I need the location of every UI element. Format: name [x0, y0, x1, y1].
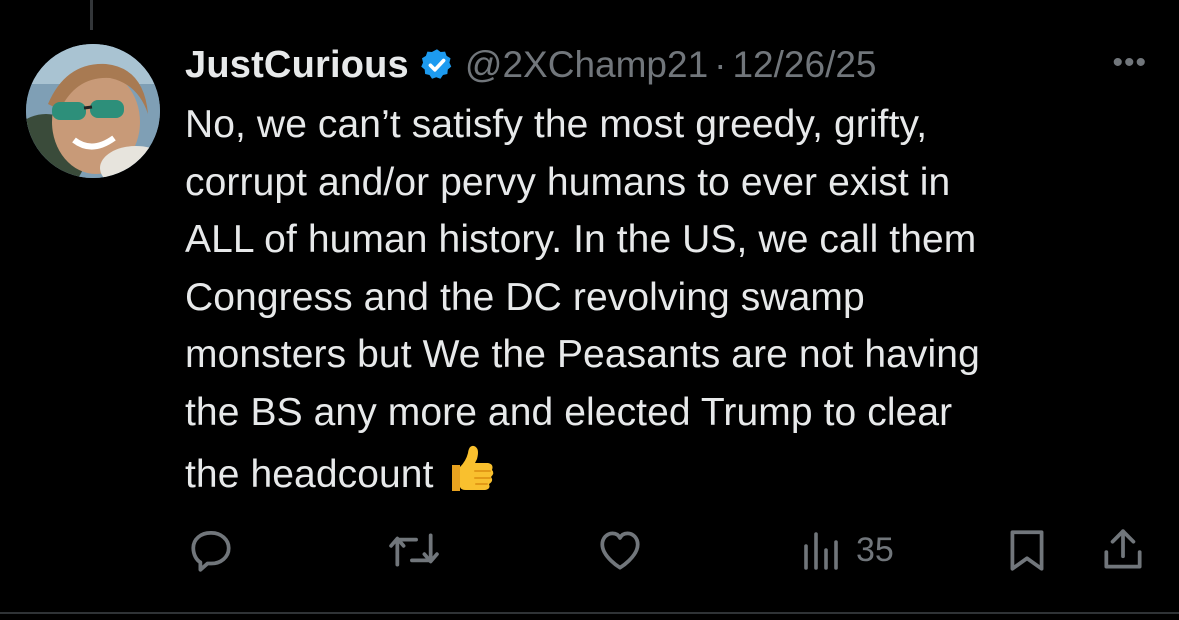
views-button[interactable]: 35: [800, 520, 894, 580]
timestamp[interactable]: 12/26/25: [732, 44, 876, 86]
bookmark-button[interactable]: [1004, 520, 1050, 580]
retweet-button[interactable]: [386, 520, 442, 580]
tweet-line: monsters but We the Peasants are not hav…: [185, 333, 980, 376]
like-button[interactable]: [594, 520, 646, 580]
views-count: 35: [856, 530, 894, 569]
retweet-icon: [386, 525, 442, 575]
thumbs-up-emoji-icon: [442, 441, 496, 512]
bookmark-icon: [1004, 525, 1050, 575]
thread-connector-line: [90, 0, 93, 30]
tweet-actions-bar: 35: [0, 520, 1179, 580]
tweet-text: No, we can’t satisfy the most greedy, gr…: [185, 96, 1145, 512]
share-icon: [1098, 525, 1148, 575]
bottom-divider: [0, 612, 1179, 614]
avatar[interactable]: [26, 44, 160, 178]
tweet-header: JustCurious @2XChamp21 · 12/26/25 •••: [185, 40, 1155, 90]
views-icon: [800, 526, 844, 574]
tweet-line: ALL of human history. In the US, we call…: [185, 218, 977, 261]
tweet-line: No, we can’t satisfy the most greedy, gr…: [185, 103, 928, 146]
tweet-line: the headcount: [185, 453, 434, 496]
tweet-line: Congress and the DC revolving swamp: [185, 275, 865, 319]
header-separator: ·: [714, 44, 727, 85]
more-options-icon[interactable]: •••: [1112, 48, 1147, 78]
reply-icon: [186, 525, 236, 575]
tweet-line: corrupt and/or pervy humans to ever exis…: [185, 160, 951, 204]
reply-button[interactable]: [186, 520, 236, 580]
verified-badge-icon: [419, 47, 455, 83]
display-name[interactable]: JustCurious: [185, 44, 409, 87]
like-icon: [594, 525, 646, 575]
user-handle[interactable]: @2XChamp21: [465, 44, 708, 86]
tweet-line: the BS any more and elected Trump to cle…: [185, 390, 953, 434]
share-button[interactable]: [1098, 520, 1148, 580]
